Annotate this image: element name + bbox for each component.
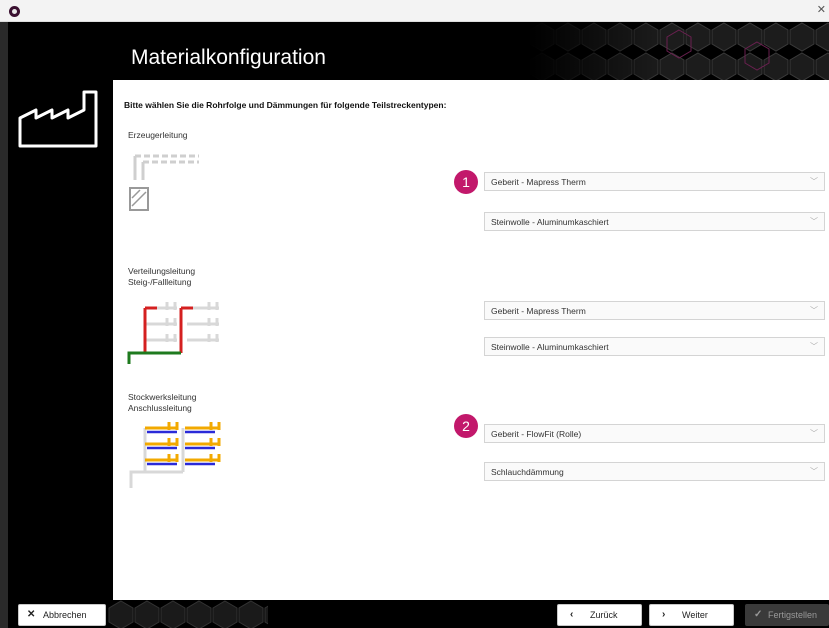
close-icon: ✕ [27,609,36,620]
wizard-frame: Materialkonfiguration Bitte wählen Sie d… [8,22,829,628]
cancel-button[interactable]: ✕ Abbrechen [18,604,106,626]
step-badge-2: 2 [454,414,478,438]
erzeuger-insulation-select[interactable]: Steinwolle - Aluminumkaschiert ﹀ [484,212,825,231]
chevron-down-icon: ﹀ [810,217,818,226]
stockwerk-pipe-select[interactable]: Geberit - FlowFit (Rolle) ﹀ [484,424,825,443]
chevron-right-icon: › [662,609,666,620]
stockwerksleitung-diagram [129,422,221,488]
hex-pattern-decoration [529,22,829,80]
finish-button[interactable]: ✓ Fertigstellen [745,604,829,626]
chevron-down-icon: ﹀ [810,306,818,315]
sidebar [8,80,113,600]
chevron-down-icon: ﹀ [810,429,818,438]
back-button[interactable]: ‹ Zurück [557,604,642,626]
step-badge-1: 1 [454,170,478,194]
next-button[interactable]: › Weiter [649,604,734,626]
verteilungsleitung-diagram [127,302,219,364]
page-title: Materialkonfiguration [131,46,326,69]
app-icon [9,6,20,17]
close-icon[interactable]: ✕ [817,3,826,16]
chevron-down-icon: ﹀ [810,467,818,476]
window-titlebar: ✕ [0,0,829,22]
chevron-left-icon: ‹ [570,609,574,620]
footer: ✕ Abbrechen ‹ Zurück › Weiter ✓ Fertigst… [8,600,829,628]
footer-hex-decoration [108,600,268,628]
main-content: Bitte wählen Sie die Rohrfolge und Dämmu… [113,80,829,600]
verteilung-insulation-select[interactable]: Steinwolle - Aluminumkaschiert ﹀ [484,337,825,356]
section-label-stockwerksleitung: Stockwerksleitung Anschlussleitung [128,392,197,413]
factory-icon [18,90,98,148]
verteilung-pipe-select[interactable]: Geberit - Mapress Therm ﹀ [484,301,825,320]
chevron-down-icon: ﹀ [810,342,818,351]
check-icon: ✓ [754,609,763,620]
section-label-verteilungsleitung: Verteilungsleitung Steig-/Fallleitung [128,266,196,287]
window-left-strip [0,22,8,628]
section-label-erzeugerleitung: Erzeugerleitung [128,130,188,140]
erzeugerleitung-diagram [129,154,199,211]
chevron-down-icon: ﹀ [810,177,818,186]
erzeuger-pipe-select[interactable]: Geberit - Mapress Therm ﹀ [484,172,825,191]
header: Materialkonfiguration [8,22,829,80]
stockwerk-insulation-select[interactable]: Schlauchdämmung ﹀ [484,462,825,481]
instruction-text: Bitte wählen Sie die Rohrfolge und Dämmu… [124,100,447,110]
